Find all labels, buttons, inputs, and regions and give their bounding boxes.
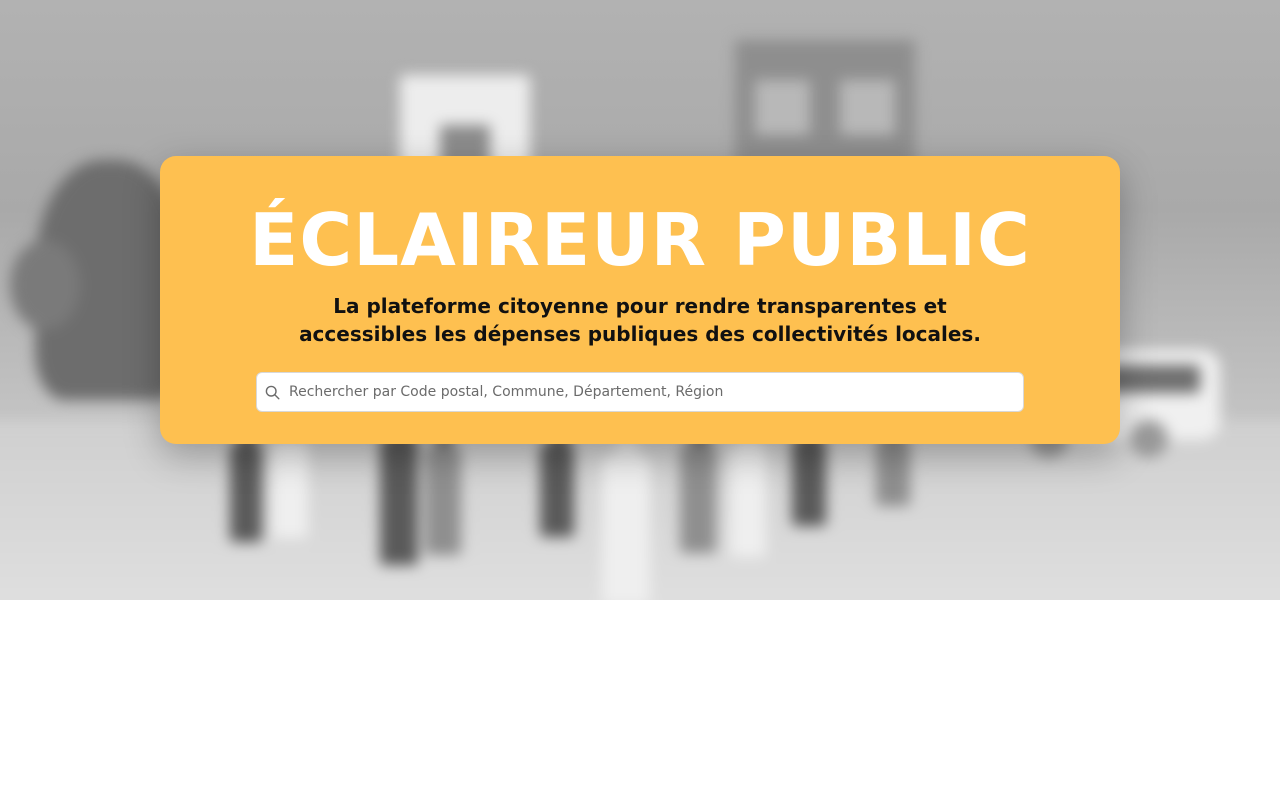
search-input[interactable] [289,373,1015,411]
search-bar[interactable] [256,372,1024,412]
site-tagline: La plateforme citoyenne pour rendre tran… [299,294,981,346]
search-icon [265,385,280,400]
site-title: ÉCLAIREUR PUBLIC [249,198,1031,282]
